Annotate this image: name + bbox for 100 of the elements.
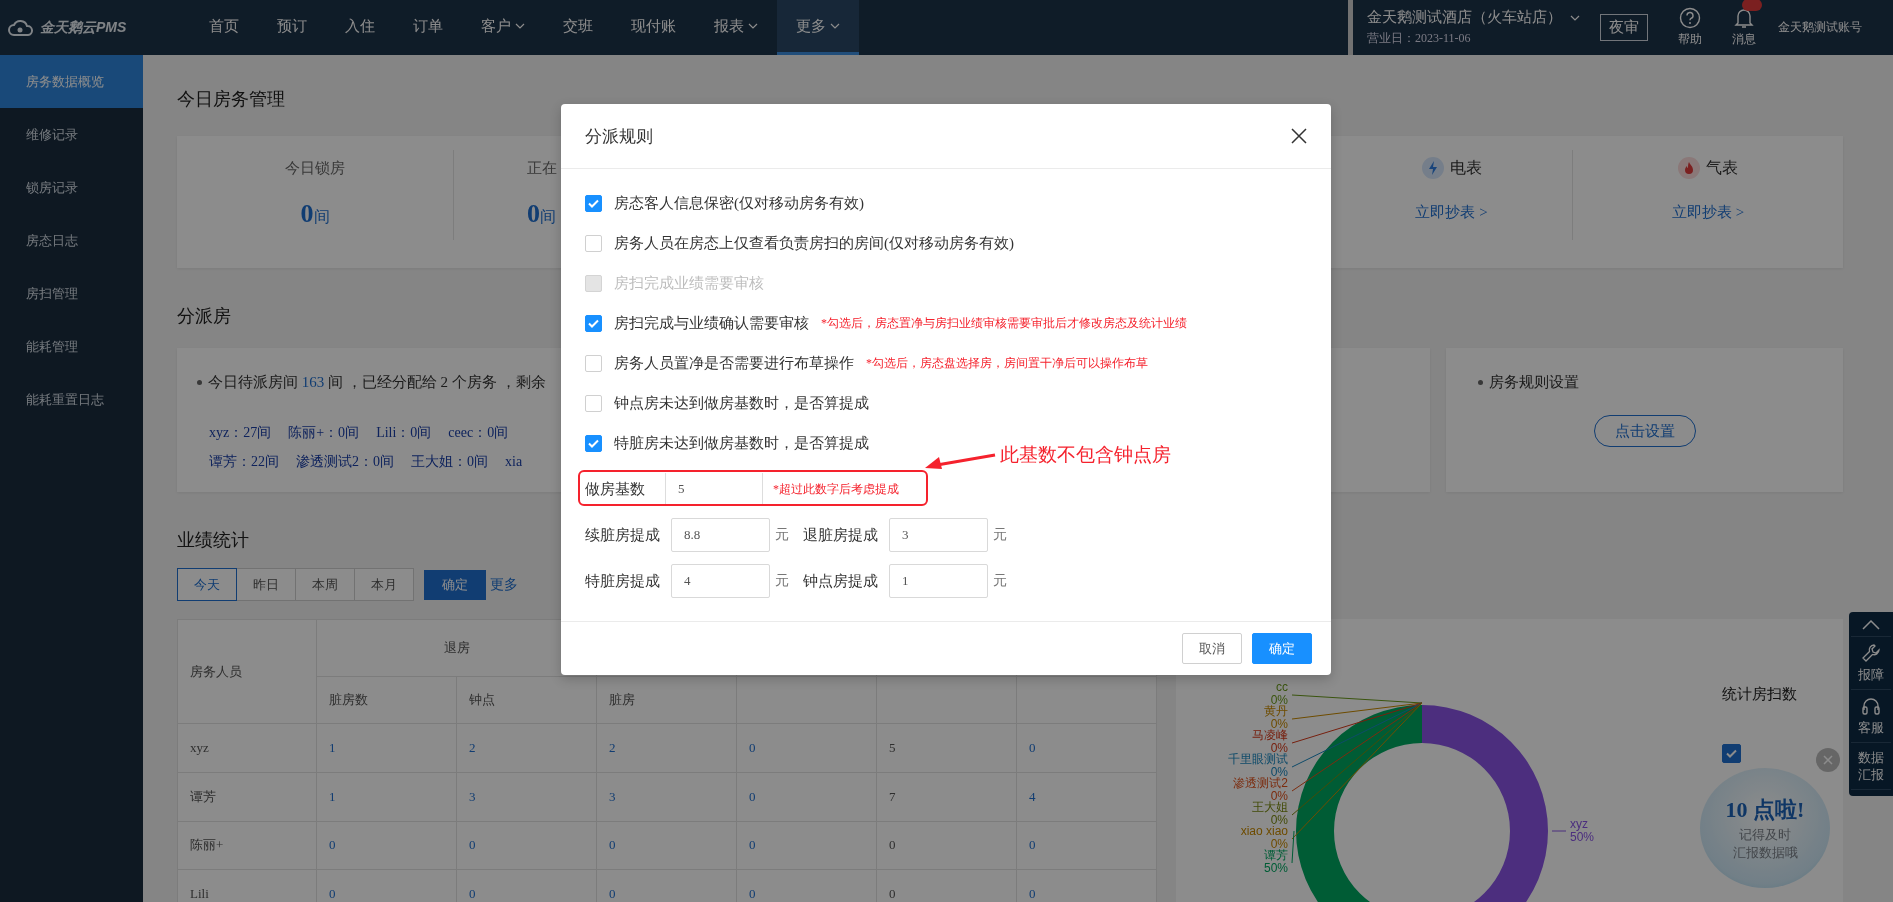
messages-label[interactable]: 消息 [1732, 31, 1756, 48]
value-label: 0% [1270, 789, 1288, 803]
table-cell[interactable]: 0 [736, 772, 877, 822]
commission-field[interactable]: 3 [889, 518, 988, 552]
staff-assignment[interactable]: ceec：0间 [448, 423, 509, 442]
staff-assignment[interactable]: 陈丽+：0间 [288, 423, 360, 442]
table-cell[interactable]: 0 [1016, 821, 1157, 870]
unit-label: 元 [775, 526, 789, 544]
table-cell[interactable]: 0 [1016, 723, 1157, 773]
nav-tab[interactable]: 交班 [544, 0, 612, 55]
nav-tab[interactable]: 报表 [695, 0, 777, 55]
close-button[interactable] [1291, 128, 1307, 144]
column-header: 脏房数 [316, 676, 457, 724]
column-header: 钟点 [456, 676, 597, 724]
hotel-selector[interactable]: 金天鹅测试酒店（火车站店） [1367, 8, 1562, 27]
unit-label: 元 [993, 526, 1007, 544]
check-icon [1726, 749, 1737, 758]
sidebar-item[interactable]: 锁房记录 [0, 161, 143, 214]
help-icon[interactable] [1679, 7, 1701, 29]
staff-assignment[interactable]: xia [505, 453, 523, 470]
period-tab[interactable]: 昨日 [236, 568, 296, 601]
sidebar-item[interactable]: 能耗重置日志 [0, 373, 143, 426]
table-cell[interactable]: 2 [456, 723, 597, 773]
checkbox[interactable] [585, 434, 602, 452]
field-label: 特脏房提成 [585, 571, 661, 591]
table-cell[interactable]: 0 [736, 821, 877, 870]
value-label: 0% [1270, 813, 1288, 827]
close-icon [1823, 755, 1833, 765]
sidebar-item[interactable]: 能耗管理 [0, 320, 143, 373]
column-header: 房务人员 [177, 619, 317, 724]
more-link[interactable]: 更多 [490, 575, 518, 594]
value-label: 0% [1270, 693, 1288, 707]
staff-assignment[interactable]: Lili：0间 [376, 423, 432, 442]
table-cell[interactable]: 1 [316, 723, 457, 773]
period-tab[interactable]: 今天 [177, 568, 237, 601]
toolbar-button[interactable]: 客服 [1851, 690, 1891, 743]
confirm-button[interactable]: 确定 [424, 569, 486, 600]
category-label: xyz [1570, 817, 1588, 831]
bell-icon[interactable] [1734, 7, 1754, 29]
staff-assignment[interactable]: xyz：27间 [209, 423, 272, 442]
section-title: 今日房务管理 [177, 88, 285, 111]
dispatch-summary: 今日待派房间 163 间 ，已经分配给 2 个房务 ，剩余 [208, 373, 546, 392]
scroll-top-button[interactable] [1851, 618, 1891, 637]
toolbar-button[interactable]: 数据汇报 [1851, 743, 1891, 790]
table-cell[interactable]: 0 [736, 723, 877, 773]
checkbox[interactable] [585, 194, 602, 212]
bullet-icon [197, 379, 202, 385]
confirm-button[interactable]: 确定 [1252, 633, 1312, 664]
stat-label: 今日锁房 [284, 159, 346, 178]
nav-tab[interactable]: 订单 [394, 0, 462, 55]
commission-field[interactable]: 4 [671, 564, 770, 598]
account-menu[interactable]: 金天鹅测试账号 [1778, 19, 1862, 36]
commission-field[interactable]: 1 [889, 564, 988, 598]
nav-tab[interactable]: 更多 [777, 0, 859, 55]
reminder-text: 汇报数据哦 [1732, 845, 1798, 861]
table-cell[interactable]: 1 [316, 772, 457, 822]
field-label: 退脏房提成 [803, 525, 879, 545]
period-tab[interactable]: 本月 [354, 568, 414, 601]
section-title: 业绩统计 [177, 529, 249, 552]
staff-assignment[interactable]: 王大姐：0间 [411, 452, 488, 471]
check-icon [588, 438, 599, 448]
checkbox[interactable] [1722, 744, 1741, 763]
value-label: 0% [1270, 765, 1288, 779]
annotation-text: 此基数不包含钟点房 [1000, 443, 1171, 467]
table-cell[interactable]: 2 [596, 723, 737, 773]
nav-tab[interactable]: 现付账 [612, 0, 695, 55]
nav-tab[interactable]: 首页 [190, 0, 258, 55]
nav-tab[interactable]: 预订 [258, 0, 326, 55]
field-note: *超过此数字后考虑提成 [772, 480, 899, 498]
table-cell[interactable]: 3 [456, 772, 597, 822]
toolbar-button[interactable]: 报障 [1851, 637, 1891, 690]
table-cell[interactable]: 3 [596, 772, 737, 822]
table-cell[interactable]: 4 [1016, 772, 1157, 822]
read-meter-link[interactable]: 立即抄表 > [1671, 200, 1745, 224]
nav-tab[interactable]: 客户 [462, 0, 544, 55]
read-meter-link[interactable]: 立即抄表 > [1415, 200, 1488, 224]
option-label: 钟点房未达到做房基数时，是否算提成 [614, 393, 869, 413]
nav-tab[interactable]: 入住 [326, 0, 394, 55]
table-cell[interactable]: 0 [456, 821, 597, 870]
unit-label: 元 [993, 572, 1007, 590]
staff-assignment[interactable]: 谭芳：22间 [209, 452, 279, 471]
settings-button[interactable]: 点击设置 [1593, 415, 1696, 447]
help-label[interactable]: 帮助 [1678, 31, 1702, 48]
chevron-up-icon [1862, 620, 1880, 630]
reminder-title: 10 点啦! [1725, 796, 1805, 824]
wrench-icon [1861, 643, 1881, 663]
checkbox[interactable] [585, 314, 602, 332]
staff-assignment[interactable]: 渗透测试2：0间 [296, 452, 394, 471]
period-tab[interactable]: 本周 [295, 568, 355, 601]
business-date: 营业日：2023-11-06 [1367, 30, 1472, 47]
cancel-button[interactable]: 取消 [1182, 633, 1242, 664]
table-cell[interactable]: 0 [596, 821, 737, 870]
sidebar-item[interactable]: 房扫管理 [0, 267, 143, 320]
sidebar-item[interactable]: 房态日志 [0, 214, 143, 267]
sidebar-item[interactable]: 房务数据概览 [0, 55, 143, 108]
table-cell[interactable]: 0 [316, 821, 457, 870]
commission-field[interactable]: 8.8 [671, 518, 770, 552]
table-cell: 陈丽+ [177, 821, 317, 870]
sidebar-item[interactable]: 维修记录 [0, 108, 143, 161]
night-audit-button[interactable]: 夜审 [1600, 14, 1648, 41]
